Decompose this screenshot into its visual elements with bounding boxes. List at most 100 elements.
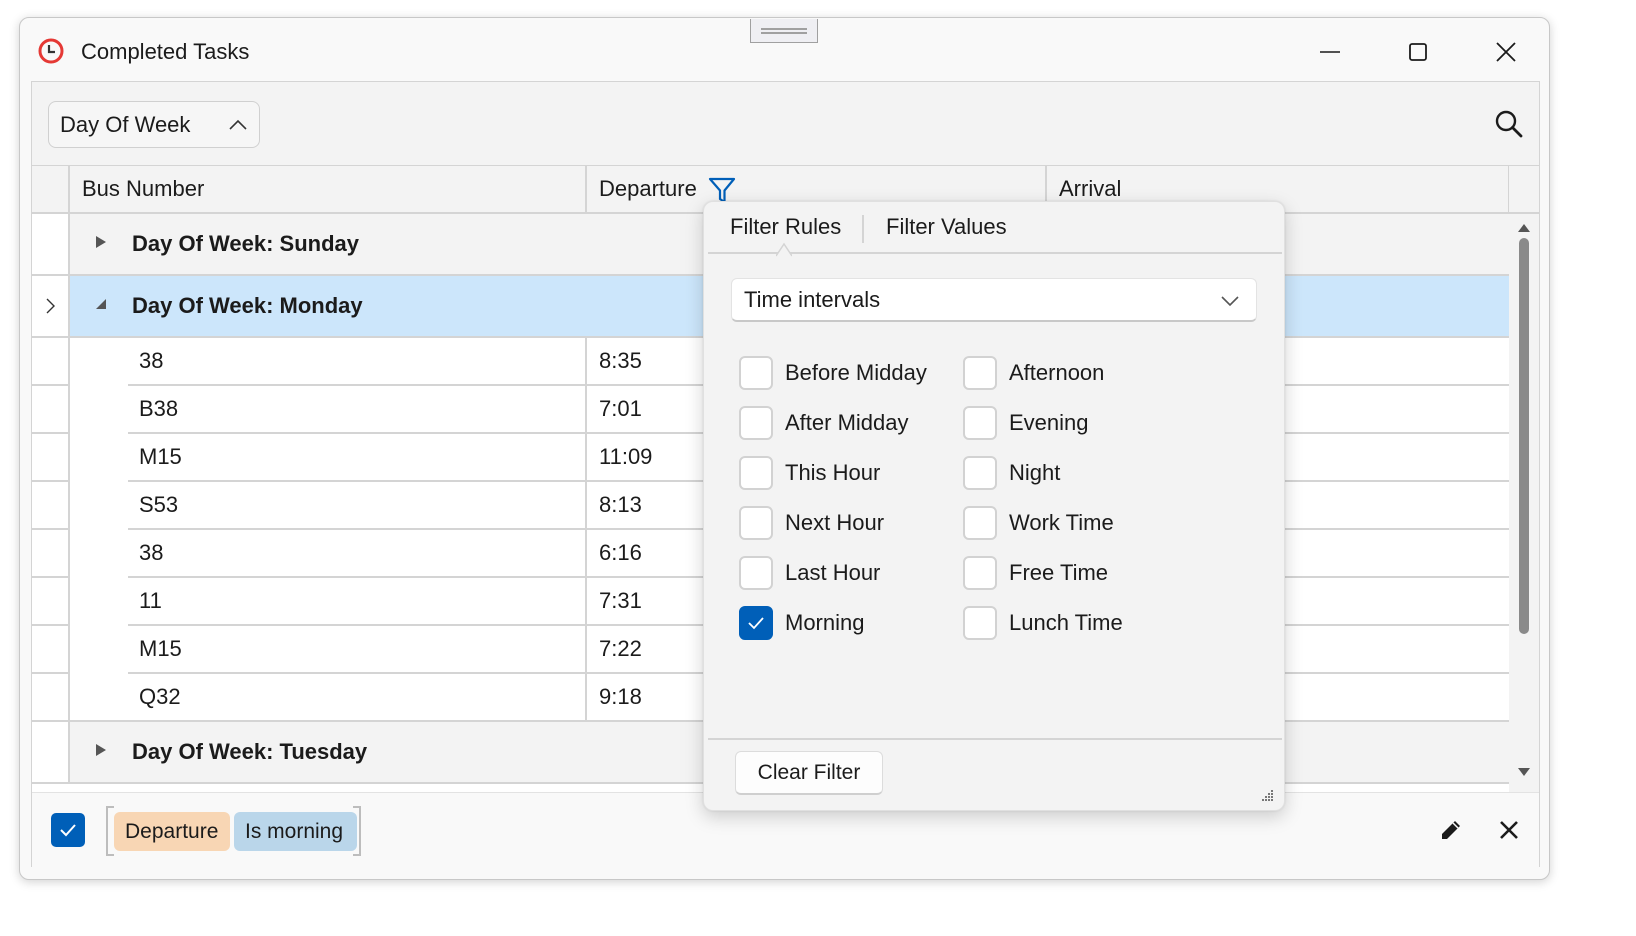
collapse-triangle-icon[interactable]	[94, 296, 108, 312]
cell-bus-number[interactable]: 11	[128, 578, 587, 626]
option-after-midday[interactable]: After Midday	[739, 406, 909, 440]
close-icon	[1496, 42, 1516, 62]
option-label: Evening	[1009, 410, 1089, 435]
option-label: Next Hour	[785, 510, 885, 535]
scroll-up-arrow-icon[interactable]	[1516, 222, 1532, 234]
group-chip-day-of-week[interactable]: Day Of Week	[48, 101, 260, 148]
column-header-label: Departure	[599, 176, 697, 201]
option-morning[interactable]: Morning	[739, 606, 864, 640]
option-free-time[interactable]: Free Time	[963, 556, 1108, 590]
option-before-midday[interactable]: Before Midday	[739, 356, 927, 390]
chevron-down-icon	[1221, 296, 1239, 307]
option-last-hour[interactable]: Last Hour	[739, 556, 880, 590]
checkbox[interactable]	[963, 356, 997, 390]
clear-filter-bar-button[interactable]	[1494, 815, 1524, 845]
filter-field-chip[interactable]: Departure	[114, 812, 230, 851]
option-label: Work Time	[1009, 510, 1114, 535]
filter-expression-bracket-left	[106, 806, 114, 856]
option-label: Lunch Time	[1009, 610, 1123, 635]
row-indent	[70, 482, 128, 530]
checkbox[interactable]	[963, 606, 997, 640]
filter-tabs: Filter Rules Filter Values	[708, 202, 1282, 257]
scrollbar-thumb[interactable]	[1519, 238, 1529, 634]
row-indent	[70, 530, 128, 578]
checkbox[interactable]	[739, 356, 773, 390]
checkbox[interactable]	[963, 506, 997, 540]
row-indicator	[32, 626, 70, 674]
group-label: Day Of Week: Tuesday	[132, 739, 368, 764]
group-panel: Day Of Week	[32, 82, 1539, 166]
header-scroll-spacer	[1509, 166, 1539, 212]
tab-filter-rules[interactable]: Filter Rules	[730, 214, 841, 240]
title-bar: Completed Tasks	[20, 18, 1549, 82]
checkbox[interactable]	[963, 556, 997, 590]
checkbox[interactable]	[739, 456, 773, 490]
cell-bus-number[interactable]: B38	[128, 386, 587, 434]
filter-enabled-checkbox[interactable]	[51, 813, 85, 847]
option-night[interactable]: Night	[963, 456, 1060, 490]
clear-filter-button[interactable]: Clear Filter	[735, 751, 883, 795]
chevron-up-icon[interactable]	[227, 114, 249, 136]
option-label: Last Hour	[785, 560, 881, 585]
scroll-down-arrow-icon[interactable]	[1516, 766, 1532, 778]
cell-bus-number[interactable]: S53	[128, 482, 587, 530]
checkbox[interactable]	[963, 406, 997, 440]
option-evening[interactable]: Evening	[963, 406, 1089, 440]
option-next-hour[interactable]: Next Hour	[739, 506, 884, 540]
filter-expression-bracket-right	[353, 806, 361, 856]
expand-triangle-icon[interactable]	[94, 742, 108, 758]
option-label: Before Midday	[785, 360, 927, 385]
row-indicator	[32, 386, 70, 434]
header-indicator-cell	[32, 166, 70, 212]
option-lunch-time[interactable]: Lunch Time	[963, 606, 1123, 640]
clock-icon	[38, 38, 64, 64]
row-indicator	[32, 214, 70, 276]
tab-filter-values[interactable]: Filter Values	[886, 214, 1007, 240]
checkbox[interactable]	[739, 556, 773, 590]
checkmark-icon	[748, 617, 764, 630]
minimize-button[interactable]	[1308, 32, 1352, 72]
option-work-time[interactable]: Work Time	[963, 506, 1114, 540]
cell-bus-number[interactable]: 38	[128, 338, 587, 386]
search-button[interactable]	[1491, 106, 1527, 142]
tab-separator	[862, 215, 864, 243]
minimize-icon	[1320, 51, 1340, 53]
cell-bus-number[interactable]: Q32	[128, 674, 587, 722]
row-indicator	[32, 482, 70, 530]
active-tab-indicator	[776, 242, 792, 257]
maximize-icon	[1409, 43, 1427, 61]
checkbox[interactable]	[739, 506, 773, 540]
row-indicator	[32, 530, 70, 578]
pencil-icon	[1442, 821, 1460, 839]
close-icon	[1500, 821, 1518, 839]
expand-triangle-icon[interactable]	[94, 234, 108, 250]
row-indent	[70, 674, 128, 722]
option-label: Night	[1009, 460, 1061, 485]
cell-bus-number[interactable]: 38	[128, 530, 587, 578]
cell-bus-number[interactable]: M15	[128, 626, 587, 674]
column-header-bus-number[interactable]: Bus Number	[70, 166, 587, 212]
row-indicator	[32, 276, 70, 338]
vertical-scrollbar[interactable]	[1509, 214, 1539, 792]
checkbox[interactable]	[739, 606, 773, 640]
edit-filter-button[interactable]	[1436, 815, 1466, 845]
checkbox[interactable]	[963, 456, 997, 490]
option-label: Afternoon	[1009, 360, 1105, 385]
resize-grip-icon[interactable]	[1260, 788, 1274, 802]
row-indicator	[32, 434, 70, 482]
row-indent	[70, 434, 128, 482]
maximize-button[interactable]	[1396, 32, 1440, 72]
filter-operator-chip[interactable]: Is morning	[234, 812, 357, 851]
row-indicator	[32, 674, 70, 722]
row-indicator	[32, 722, 70, 784]
group-chip-label: Day Of Week	[60, 111, 191, 137]
row-indent	[70, 338, 128, 386]
option-this-hour[interactable]: This Hour	[739, 456, 880, 490]
option-afternoon[interactable]: Afternoon	[963, 356, 1104, 390]
rule-type-dropdown[interactable]: Time intervals	[731, 278, 1257, 322]
close-button[interactable]	[1484, 32, 1528, 72]
cell-bus-number[interactable]: M15	[128, 434, 587, 482]
checkmark-icon	[60, 824, 76, 837]
checkbox[interactable]	[739, 406, 773, 440]
filter-popup: Filter Rules Filter Values Time interval…	[703, 201, 1285, 811]
